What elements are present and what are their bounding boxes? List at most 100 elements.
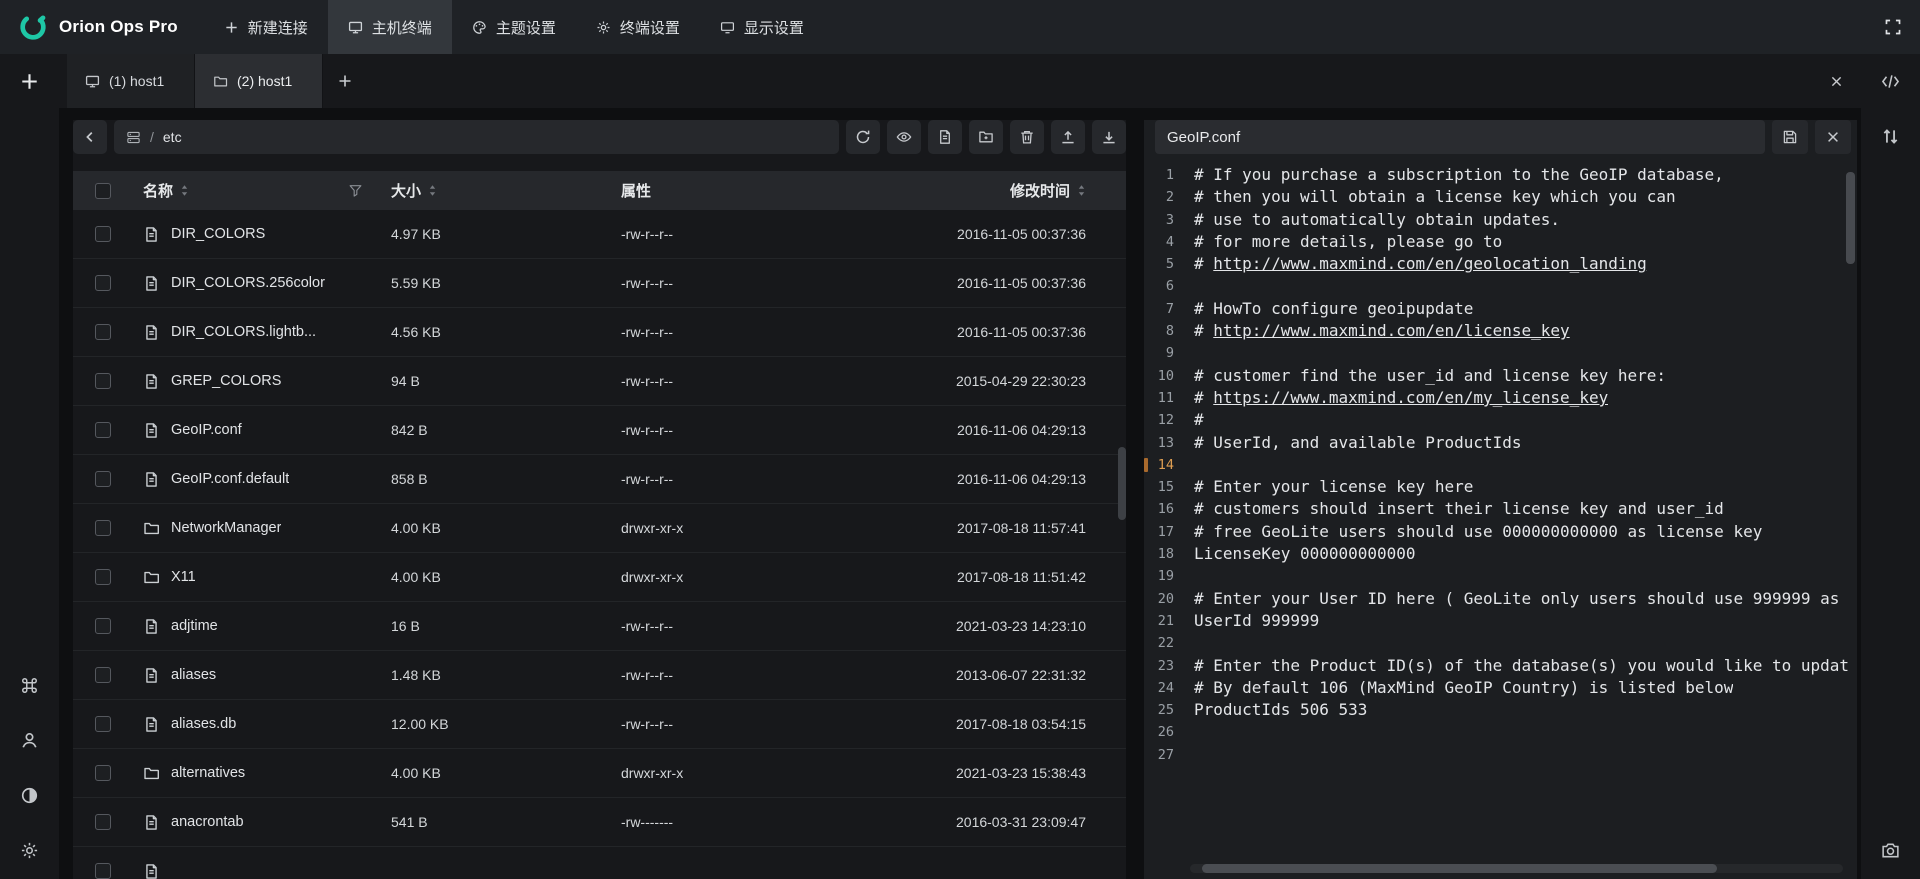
menu-item-host-terminal[interactable]: 主机终端 — [328, 0, 452, 54]
column-header-mtime: 修改时间 — [923, 180, 1126, 201]
settings-button[interactable] — [11, 831, 49, 869]
terminal-icon — [348, 20, 363, 35]
file-row[interactable]: DIR_COLORS4.97 KB-rw-r--r--2016-11-05 00… — [73, 210, 1126, 259]
file-row[interactable]: alternatives4.00 KBdrwxr-xr-x2021-03-23 … — [73, 749, 1126, 798]
file-list-scrollbar[interactable] — [1118, 120, 1126, 879]
commands-button[interactable] — [11, 666, 49, 704]
editor-horizontal-scrollbar[interactable] — [1190, 864, 1843, 873]
file-mtime: 2016-11-05 00:37:36 — [923, 275, 1126, 291]
filter-icon[interactable] — [348, 183, 363, 198]
file-row[interactable]: GREP_COLORS94 B-rw-r--r--2015-04-29 22:3… — [73, 357, 1126, 406]
scrollbar-thumb[interactable] — [1202, 864, 1717, 873]
file-row[interactable]: X114.00 KBdrwxr-xr-x2017-08-18 11:51:42 — [73, 553, 1126, 602]
file-row[interactable]: DIR_COLORS.256color5.59 KB-rw-r--r--2016… — [73, 259, 1126, 308]
editor-button[interactable] — [1872, 62, 1910, 100]
file-row[interactable]: NetworkManager4.00 KBdrwxr-xr-x2017-08-1… — [73, 504, 1126, 553]
menu-item-terminal-settings[interactable]: 终端设置 — [576, 0, 700, 54]
file-attr: -rw-r--r-- — [613, 373, 923, 389]
file-row[interactable]: GeoIP.conf842 B-rw-r--r--2016-11-06 04:2… — [73, 406, 1126, 455]
upload-button[interactable] — [1051, 120, 1085, 154]
new-folder-button[interactable] — [969, 120, 1003, 154]
row-checkbox[interactable] — [95, 471, 111, 487]
editor-filename-input[interactable]: GeoIP.conf — [1155, 120, 1765, 154]
scrollbar-thumb[interactable] — [1118, 447, 1126, 520]
fullscreen-button[interactable] — [1866, 0, 1920, 54]
select-all-checkbox[interactable] — [95, 183, 111, 199]
file-actions — [846, 120, 1126, 154]
code-link[interactable]: https://www.maxmind.com/en/my_license_ke… — [1213, 388, 1608, 407]
theme-icon — [20, 786, 39, 805]
row-checkbox[interactable] — [95, 667, 111, 683]
file-row[interactable] — [73, 847, 1126, 879]
users-button[interactable] — [11, 721, 49, 759]
row-checkbox[interactable] — [95, 520, 111, 536]
screenshot-button[interactable] — [1872, 831, 1910, 869]
theme-button[interactable] — [11, 776, 49, 814]
app-body: (1) host1(2) host1 / — [0, 54, 1920, 879]
file-row[interactable]: aliases1.48 KB-rw-r--r--2013-06-07 22:31… — [73, 651, 1126, 700]
line-number: 21 — [1144, 610, 1174, 632]
file-row[interactable]: GeoIP.conf.default858 B-rw-r--r--2016-11… — [73, 455, 1126, 504]
row-checkbox[interactable] — [95, 765, 111, 781]
row-checkbox[interactable] — [95, 275, 111, 291]
code-text: LicenseKey 000000000000 — [1194, 543, 1416, 565]
row-checkbox[interactable] — [95, 569, 111, 585]
close-editor-button[interactable] — [1815, 120, 1851, 154]
breadcrumb[interactable]: / etc — [114, 120, 839, 154]
sort-toggle[interactable] — [180, 183, 189, 198]
editor-line: 10# customer find the user_id and licens… — [1144, 365, 1857, 387]
delete-button[interactable] — [1010, 120, 1044, 154]
breadcrumb-segment-etc[interactable]: etc — [163, 129, 182, 145]
file-icon — [143, 716, 160, 733]
editor-line: 27 — [1144, 744, 1857, 766]
editor-vertical-scrollbar[interactable] — [1846, 164, 1855, 855]
code-text: # free GeoLite users should use 00000000… — [1194, 521, 1762, 543]
code-editor[interactable]: 1# If you purchase a subscription to the… — [1144, 162, 1857, 879]
app-title: Orion Ops Pro — [59, 17, 178, 37]
row-checkbox[interactable] — [95, 422, 111, 438]
menu-item-display-settings[interactable]: 显示设置 — [700, 0, 824, 54]
column-header-size: 大小 — [383, 180, 613, 201]
sort-toggle[interactable] — [1077, 183, 1086, 198]
preview-button[interactable] — [887, 120, 921, 154]
row-check-cell — [73, 226, 133, 242]
row-checkbox[interactable] — [95, 226, 111, 242]
row-checkbox[interactable] — [95, 373, 111, 389]
file-row[interactable]: adjtime16 B-rw-r--r--2021-03-23 14:23:10 — [73, 602, 1126, 651]
back-button[interactable] — [73, 120, 107, 154]
close-panel-button[interactable] — [1811, 54, 1861, 108]
row-checkbox[interactable] — [95, 618, 111, 634]
add-tab-button[interactable] — [323, 54, 367, 108]
new-file-button[interactable] — [928, 120, 962, 154]
transfer-button[interactable] — [1872, 117, 1910, 155]
row-checkbox[interactable] — [95, 716, 111, 732]
menu-item-theme-settings[interactable]: 主题设置 — [452, 0, 576, 54]
sort-toggle[interactable] — [428, 183, 437, 198]
code-text: UserId 999999 — [1194, 610, 1319, 632]
code-link[interactable]: http://www.maxmind.com/en/license_key — [1213, 321, 1569, 340]
file-attr: -rw------- — [613, 814, 923, 830]
file-row[interactable]: aliases.db12.00 KB-rw-r--r--2017-08-18 0… — [73, 700, 1126, 749]
file-mtime: 2016-03-31 23:09:47 — [923, 814, 1126, 830]
add-connection-button[interactable] — [11, 62, 49, 100]
code-link[interactable]: http://www.maxmind.com/en/geolocation_la… — [1213, 254, 1646, 273]
tab-2[interactable]: (2) host1 — [195, 54, 323, 108]
tab-1[interactable]: (1) host1 — [67, 54, 195, 108]
folder-icon — [143, 520, 160, 537]
file-row[interactable]: anacrontab541 B-rw-------2016-03-31 23:0… — [73, 798, 1126, 847]
row-checkbox[interactable] — [95, 863, 111, 879]
refresh-button[interactable] — [846, 120, 880, 154]
line-number: 16 — [1144, 498, 1174, 520]
row-checkbox[interactable] — [95, 324, 111, 340]
file-name-cell: DIR_COLORS — [133, 226, 383, 243]
menu-item-label: 新建连接 — [248, 17, 308, 38]
column-label: 属性 — [621, 180, 651, 201]
brand[interactable]: Orion Ops Pro — [0, 0, 204, 54]
scrollbar-thumb[interactable] — [1846, 172, 1855, 264]
menu-item-label: 终端设置 — [620, 17, 680, 38]
row-checkbox[interactable] — [95, 814, 111, 830]
file-row[interactable]: DIR_COLORS.lightb...4.56 KB-rw-r--r--201… — [73, 308, 1126, 357]
menu-item-new-connection[interactable]: 新建连接 — [204, 0, 328, 54]
save-file-button[interactable] — [1772, 120, 1808, 154]
file-size: 16 B — [383, 618, 613, 634]
